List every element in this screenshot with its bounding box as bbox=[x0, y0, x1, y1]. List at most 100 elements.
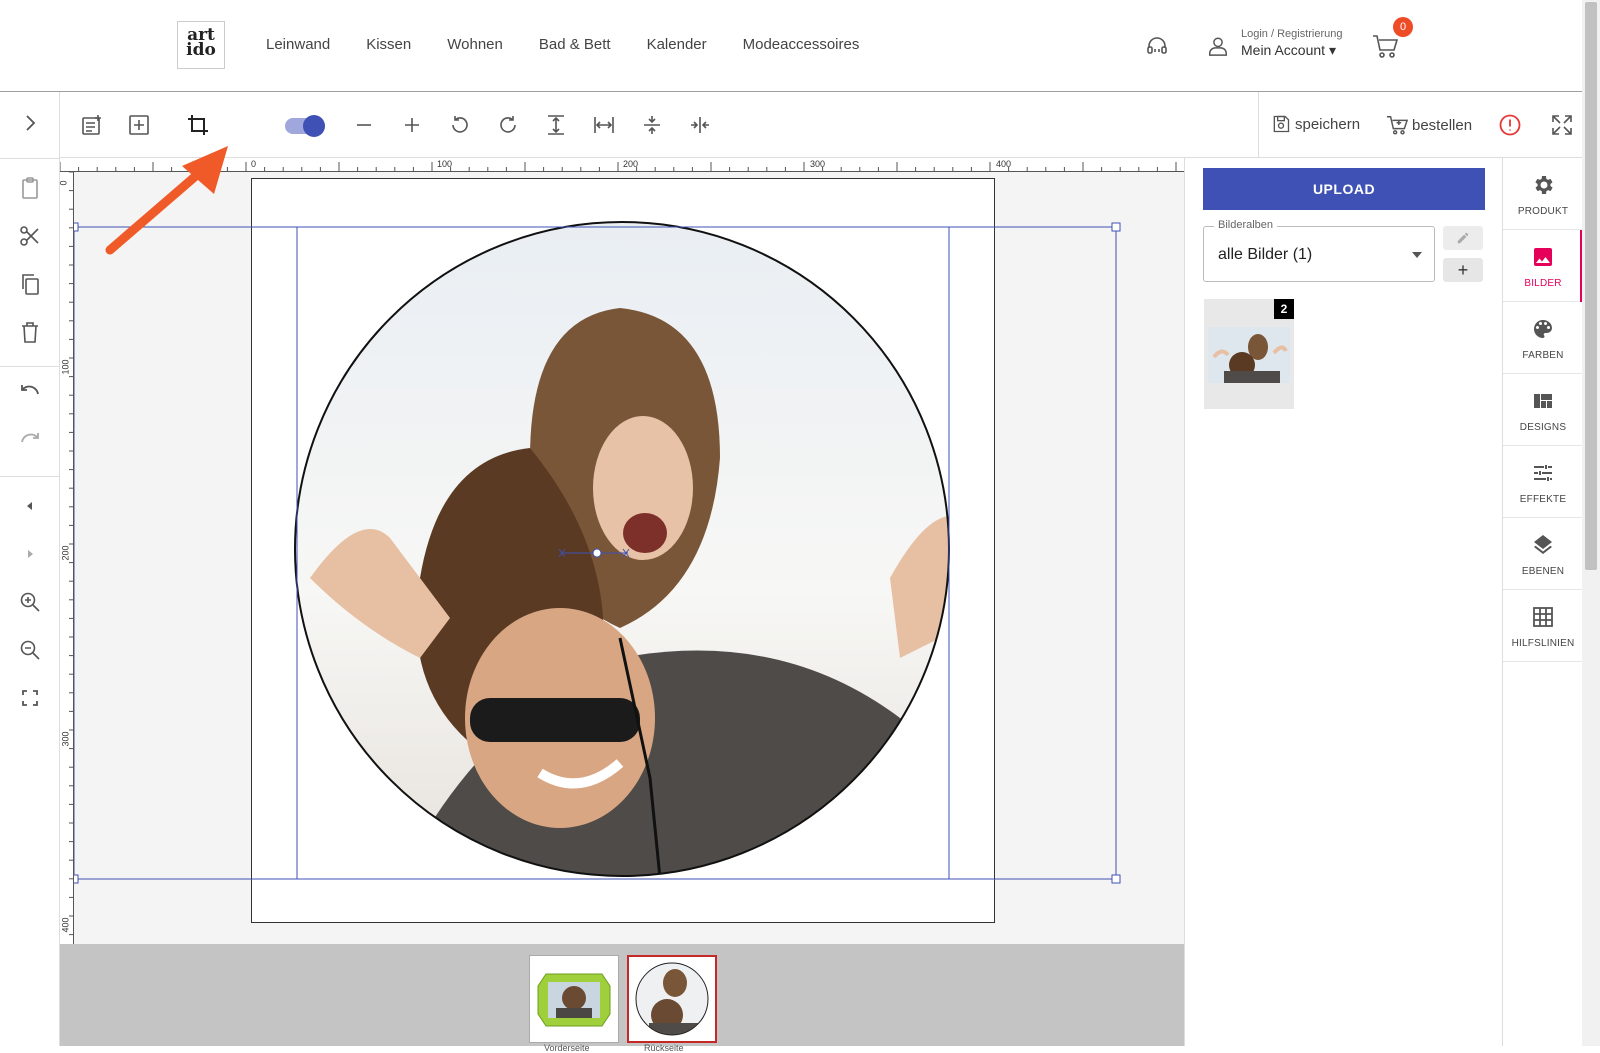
nav-wohnen[interactable]: Wohnen bbox=[447, 36, 503, 53]
tab-produkt-label: PRODUKT bbox=[1517, 206, 1569, 217]
tab-hilfslinien[interactable]: HILFSLINIEN bbox=[1503, 590, 1583, 662]
pencil-icon bbox=[1457, 232, 1469, 244]
order-label: bestellen bbox=[1412, 116, 1473, 134]
nav-kissen[interactable]: Kissen bbox=[366, 36, 411, 53]
resize-handle-tr[interactable] bbox=[1111, 222, 1121, 232]
toolbar-divider bbox=[1258, 92, 1259, 158]
designs-icon bbox=[1534, 394, 1552, 408]
nav-modeaccessoires[interactable]: Modeaccessoires bbox=[743, 36, 860, 53]
sidebar-divider bbox=[0, 366, 60, 367]
rotate-right-icon[interactable] bbox=[496, 113, 520, 137]
tab-designs-label: DESIGNS bbox=[1519, 422, 1567, 433]
sidebar-divider bbox=[0, 158, 60, 159]
center-vertical-icon[interactable] bbox=[640, 113, 664, 137]
ruler-h-label: 300 bbox=[810, 159, 826, 169]
tab-designs[interactable]: DESIGNS bbox=[1503, 374, 1583, 446]
thumb-front[interactable] bbox=[529, 955, 619, 1043]
album-select-label: Bilderalben bbox=[1214, 219, 1278, 231]
fit-screen-icon[interactable] bbox=[18, 686, 42, 710]
sidebar-divider bbox=[0, 476, 60, 477]
ruler-h-label: 0 bbox=[251, 159, 257, 169]
editor-toolbar: speichern bestellen bbox=[60, 92, 1582, 158]
add-element-icon[interactable] bbox=[127, 113, 151, 137]
ruler-h-label: 100 bbox=[437, 159, 453, 169]
tab-farben-label: FARBEN bbox=[1522, 350, 1564, 361]
ruler-v-label: 0 bbox=[58, 180, 69, 186]
nav-kalender[interactable]: Kalender bbox=[647, 36, 707, 53]
palette-icon bbox=[1534, 320, 1552, 338]
headset-icon[interactable] bbox=[1145, 34, 1169, 58]
album-select[interactable]: Bilderalben alle Bilder (1) bbox=[1203, 219, 1435, 282]
crop-toggle[interactable] bbox=[285, 115, 325, 137]
zoom-in-icon[interactable] bbox=[18, 590, 42, 614]
paste-icon[interactable] bbox=[18, 176, 42, 200]
center-horizontal-icon[interactable] bbox=[688, 113, 712, 137]
sliders-icon bbox=[1534, 465, 1552, 481]
stretch-horizontal-icon[interactable] bbox=[592, 113, 616, 137]
page-scrollbar[interactable] bbox=[1582, 0, 1600, 1046]
add-text-icon[interactable] bbox=[80, 113, 104, 137]
account-menu[interactable]: Login / Registrierung Mein Account ▾ bbox=[1241, 28, 1343, 59]
user-icon[interactable] bbox=[1207, 34, 1229, 58]
upload-button[interactable]: UPLOAD bbox=[1203, 168, 1485, 210]
ruler-h-label: 400 bbox=[996, 159, 1012, 169]
redo-icon[interactable] bbox=[18, 430, 42, 454]
uploaded-image-thumbnail bbox=[1208, 327, 1290, 383]
images-panel: UPLOAD Bilderalben alle Bilder (1) + 2 bbox=[1184, 158, 1502, 1046]
tab-produkt[interactable]: PRODUKT bbox=[1503, 158, 1583, 230]
photo-layer[interactable] bbox=[60, 158, 1184, 944]
chevron-down-icon bbox=[1412, 252, 1422, 258]
cut-icon[interactable] bbox=[18, 224, 42, 248]
add-album-button[interactable]: + bbox=[1443, 258, 1483, 282]
login-register-label: Login / Registrierung bbox=[1241, 28, 1343, 40]
tab-bilder-label: BILDER bbox=[1524, 278, 1562, 289]
left-tool-sidebar bbox=[0, 92, 60, 1046]
logo-line-2: ido bbox=[186, 40, 216, 60]
ruler-v-label: 300 bbox=[60, 731, 71, 747]
cart-icon[interactable] bbox=[1371, 33, 1399, 59]
tab-effekte-label: EFFEKTE bbox=[1519, 494, 1567, 505]
tab-bilder[interactable]: BILDER bbox=[1503, 230, 1583, 302]
next-icon[interactable] bbox=[18, 542, 42, 566]
save-button[interactable]: speichern bbox=[1271, 114, 1360, 134]
edit-album-button[interactable] bbox=[1443, 226, 1483, 250]
artido-logo[interactable]: art ido bbox=[177, 21, 225, 69]
tab-ebenen[interactable]: EBENEN bbox=[1503, 518, 1583, 590]
uploaded-image-card[interactable]: 2 bbox=[1204, 299, 1294, 409]
rotate-left-icon[interactable] bbox=[448, 113, 472, 137]
thumb-back-label: Rückseite bbox=[644, 1043, 684, 1053]
tab-hilfslinien-label: HILFSLINIEN bbox=[1511, 638, 1575, 649]
undo-icon[interactable] bbox=[18, 382, 42, 406]
ruler-v-label: 200 bbox=[60, 545, 71, 561]
thumb-back[interactable] bbox=[627, 955, 717, 1043]
nav-bad-bett[interactable]: Bad & Bett bbox=[539, 36, 611, 53]
back-design-preview bbox=[635, 962, 709, 1036]
expand-chevron-icon[interactable] bbox=[18, 111, 42, 135]
previous-icon[interactable] bbox=[18, 494, 42, 518]
zoom-out-minus-icon[interactable] bbox=[352, 113, 376, 137]
image-usage-badge: 2 bbox=[1274, 299, 1294, 319]
copy-icon[interactable] bbox=[18, 272, 42, 296]
tab-farben[interactable]: FARBEN bbox=[1503, 302, 1583, 374]
fullscreen-icon[interactable] bbox=[1550, 113, 1574, 137]
top-navigation: art ido Leinwand Kissen Wohnen Bad & Bet… bbox=[0, 0, 1582, 92]
resize-handle-br[interactable] bbox=[1111, 874, 1121, 884]
my-account-label: Mein Account ▾ bbox=[1241, 42, 1336, 58]
zoom-out-icon[interactable] bbox=[18, 638, 42, 662]
scrollbar-thumb[interactable] bbox=[1585, 2, 1597, 570]
front-design-preview bbox=[537, 973, 611, 1027]
image-icon bbox=[1534, 248, 1552, 266]
cart-count-badge: 0 bbox=[1393, 17, 1413, 37]
stretch-vertical-icon[interactable] bbox=[544, 113, 568, 137]
order-button[interactable]: bestellen bbox=[1386, 114, 1472, 136]
crop-icon[interactable] bbox=[186, 113, 210, 137]
design-workspace[interactable] bbox=[60, 158, 1184, 944]
vertical-ruler: 0 100 200 300 400 bbox=[58, 172, 74, 944]
nav-leinwand[interactable]: Leinwand bbox=[266, 36, 330, 53]
delete-icon[interactable] bbox=[18, 320, 42, 344]
thumb-front-label: Vorderseite bbox=[544, 1043, 590, 1053]
zoom-in-plus-icon[interactable] bbox=[400, 113, 424, 137]
grid-icon bbox=[1533, 607, 1553, 627]
tab-effekte[interactable]: EFFEKTE bbox=[1503, 446, 1583, 518]
warning-icon[interactable] bbox=[1498, 113, 1522, 137]
